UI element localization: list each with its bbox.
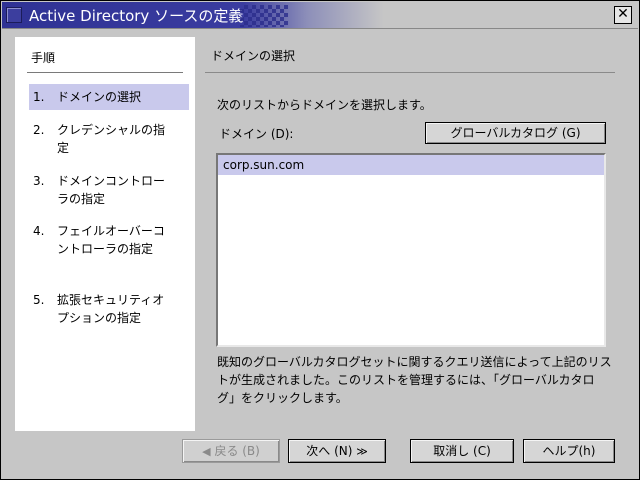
next-button[interactable]: 次へ (N) ≫ (288, 439, 386, 463)
steps-divider (27, 72, 183, 73)
step-label: クレデンシャルの指定 (57, 123, 166, 155)
step-number: 2. (33, 123, 45, 137)
cancel-button[interactable]: 取消し (C) (410, 439, 514, 463)
step-specify-security-options: 5. 拡張セキュリティオプションの指定 (29, 291, 189, 327)
back-arrow-icon: ◀ (202, 445, 211, 458)
instruction-text: 次のリストからドメインを選択します。 (217, 98, 432, 112)
domain-list[interactable]: corp.sun.com (216, 153, 606, 347)
step-number: 1. (33, 90, 45, 104)
step-label: ドメインコントローラの指定 (57, 174, 166, 206)
steps-panel: 手順 1. ドメインの選択 2. クレデンシャルの指定 3. ドメインコントロー… (15, 37, 195, 431)
step-number: 4. (33, 224, 45, 238)
step-specify-failover-controllers: 4. フェイルオーバーコントローラの指定 (29, 222, 189, 276)
next-arrow-icon: ≫ (356, 445, 368, 458)
step-select-domain: 1. ドメインの選択 (29, 84, 189, 110)
title-divider (205, 72, 615, 73)
back-button-label: 戻る (B) (214, 444, 260, 458)
window-title: Active Directory ソースの定義 (29, 7, 244, 25)
step-label: ドメインの選択 (57, 90, 142, 104)
next-button-label: 次へ (N) (306, 444, 353, 458)
title-bar[interactable]: Active Directory ソースの定義 ✕ (2, 2, 638, 29)
step-number: 3. (33, 174, 45, 188)
help-button[interactable]: ヘルプ(h) (523, 439, 615, 463)
titlebar-decoration (240, 5, 288, 27)
window-menu-icon[interactable] (6, 7, 22, 23)
page-title: ドメインの選択 (211, 49, 296, 63)
domain-list-label: ドメイン (D): (219, 127, 294, 141)
step-label: フェイルオーバーコントローラの指定 (57, 224, 165, 256)
list-item[interactable]: corp.sun.com (218, 155, 604, 175)
step-number: 5. (33, 293, 45, 307)
wizard-window: Active Directory ソースの定義 ✕ 手順 1. ドメインの選択 … (0, 0, 640, 480)
step-specify-domain-controllers: 3. ドメインコントローラの指定 (29, 172, 189, 208)
description-text: 既知のグローバルカタログセットに関するクエリ送信によって上記のリストが生成されま… (217, 355, 612, 405)
steps-heading: 手順 (31, 51, 56, 65)
close-icon[interactable]: ✕ (614, 6, 632, 24)
step-specify-credentials: 2. クレデンシャルの指定 (29, 121, 189, 157)
step-label: 拡張セキュリティオプションの指定 (57, 293, 165, 325)
global-catalog-button[interactable]: グローバルカタログ (G) (425, 122, 606, 144)
back-button[interactable]: ◀ 戻る (B) (182, 439, 280, 463)
